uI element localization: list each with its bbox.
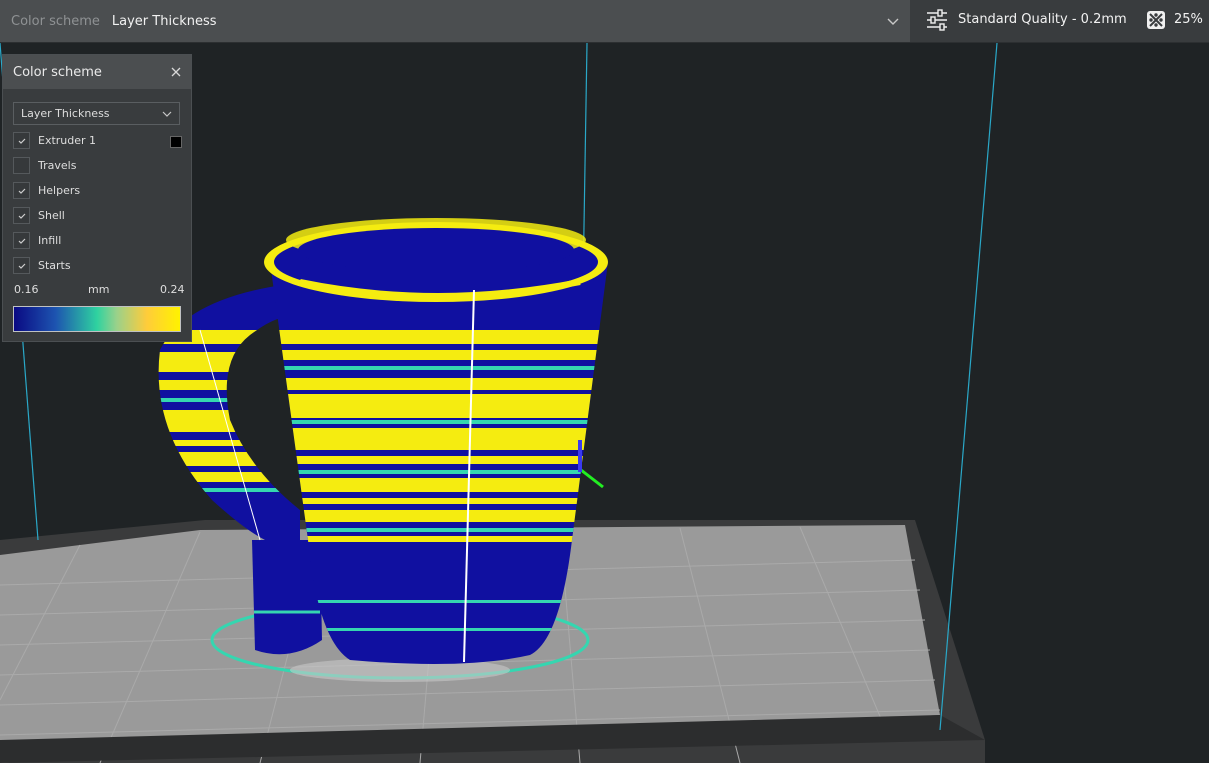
dropdown-value: Layer Thickness xyxy=(21,107,110,120)
option-travels[interactable]: Travels xyxy=(13,157,183,175)
checkbox-shell[interactable] xyxy=(13,207,30,224)
extruder-color-swatch xyxy=(170,136,182,148)
option-label: Helpers xyxy=(38,184,81,197)
check-icon xyxy=(18,263,26,269)
axis-gizmo xyxy=(580,468,604,489)
option-label: Shell xyxy=(38,209,65,222)
option-starts[interactable]: Starts xyxy=(13,257,183,275)
quality-profile-label: Standard Quality - 0.2mm xyxy=(958,12,1127,27)
infill-pattern-icon xyxy=(1147,11,1165,29)
color-scheme-selector[interactable]: Color scheme Layer Thickness xyxy=(0,0,910,42)
check-icon xyxy=(18,138,26,144)
option-label: Travels xyxy=(38,159,77,172)
checkbox-extruder-1[interactable] xyxy=(13,132,30,149)
panel-title: Color scheme xyxy=(13,65,102,80)
check-icon xyxy=(18,188,26,194)
top-bar: Color scheme Layer Thickness Standard Qu… xyxy=(0,0,1209,43)
color-scheme-dropdown[interactable]: Layer Thickness xyxy=(13,102,180,125)
checkbox-helpers[interactable] xyxy=(13,182,30,199)
chevron-down-icon xyxy=(887,18,899,25)
color-scheme-panel: Color scheme Layer Thickness Extruder 1 … xyxy=(2,54,192,342)
legend-min-value: 0.16 xyxy=(14,283,39,296)
print-settings-button[interactable]: Standard Quality - 0.2mm 25% xyxy=(910,0,1209,42)
option-label: Infill xyxy=(38,234,62,247)
legend-unit: mm xyxy=(88,283,110,296)
close-icon[interactable] xyxy=(169,65,183,79)
panel-header: Color scheme xyxy=(3,55,191,89)
checkbox-starts[interactable] xyxy=(13,257,30,274)
color-scheme-value: Layer Thickness xyxy=(111,13,217,29)
option-infill[interactable]: Infill xyxy=(13,232,183,250)
option-extruder-1[interactable]: Extruder 1 xyxy=(13,132,183,150)
option-shell[interactable]: Shell xyxy=(13,207,183,225)
option-label: Starts xyxy=(38,259,71,272)
checkbox-infill[interactable] xyxy=(13,232,30,249)
sliders-icon xyxy=(927,9,947,31)
infill-percentage-label: 25% xyxy=(1174,12,1203,27)
option-label: Extruder 1 xyxy=(38,134,97,147)
color-scheme-label: Color scheme xyxy=(11,13,100,29)
legend-max-value: 0.24 xyxy=(160,283,185,296)
layer-thickness-gradient-legend xyxy=(13,306,181,332)
checkbox-travels[interactable] xyxy=(13,157,30,174)
check-icon xyxy=(18,213,26,219)
option-helpers[interactable]: Helpers xyxy=(13,182,183,200)
chevron-down-icon xyxy=(162,111,172,117)
check-icon xyxy=(18,238,26,244)
